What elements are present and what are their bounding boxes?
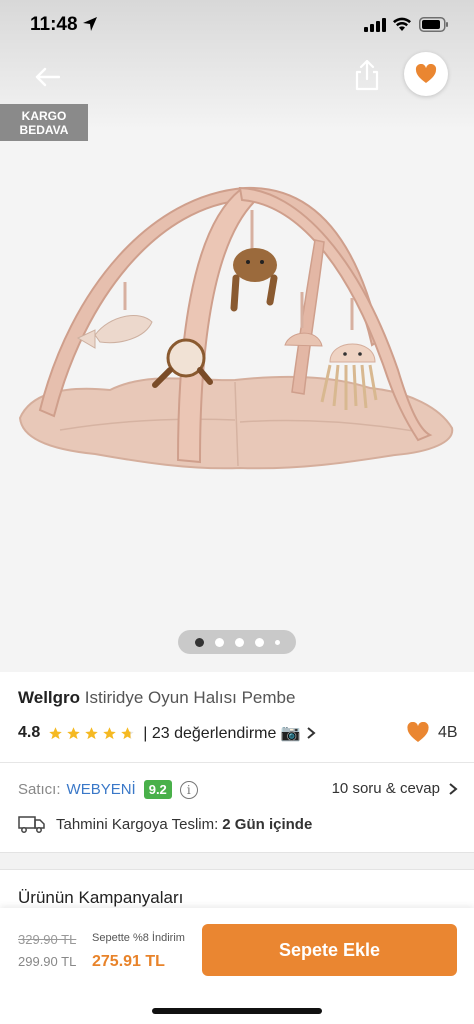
star-icon xyxy=(85,726,98,739)
cellular-signal-icon xyxy=(364,18,386,32)
badge-line-1: KARGO xyxy=(21,109,67,123)
seller-score-badge: 9.2 xyxy=(143,780,172,799)
questions-answers-link[interactable]: 10 soru & cevap xyxy=(332,780,458,797)
product-title: Wellgro Istiridye Oyun Halısı Pembe xyxy=(18,688,295,708)
home-indicator xyxy=(152,1008,322,1014)
share-button[interactable] xyxy=(352,58,382,92)
share-icon xyxy=(355,59,379,91)
section-gap xyxy=(0,852,474,870)
delivery-label: Tahmini Kargoya Teslim: xyxy=(56,815,219,833)
sale-price: 299.90 TL xyxy=(18,954,77,969)
seller-name-link[interactable]: WEBYENİ xyxy=(67,781,136,798)
star-icon xyxy=(121,726,134,739)
truck-icon xyxy=(18,816,45,833)
review-count[interactable]: | 23 değerlendirme 📷 xyxy=(143,723,301,743)
add-to-cart-button[interactable]: Sepete Ekle xyxy=(202,924,457,976)
pagination-dot[interactable] xyxy=(234,637,244,647)
status-time: 11:48 xyxy=(30,14,78,35)
star-icon xyxy=(67,726,80,739)
heart-icon xyxy=(415,64,437,83)
free-shipping-badge: KARGO BEDAVA xyxy=(0,104,88,141)
pagination-dot[interactable] xyxy=(194,637,204,647)
gallery-pagination[interactable] xyxy=(178,630,296,654)
campaigns-heading: Ürünün Kampanyaları xyxy=(18,888,184,907)
favorite-button[interactable] xyxy=(404,52,448,96)
status-bar: 11:48 xyxy=(0,0,474,50)
delivery-estimate: Tahmini Kargoya Teslim: 2 Gün içinde xyxy=(18,815,312,833)
rating-value: 4.8 xyxy=(18,724,41,741)
badge-line-2: BEDAVA xyxy=(19,123,69,137)
divider xyxy=(0,762,474,763)
qa-label: 10 soru & cevap xyxy=(331,780,440,797)
rating-row[interactable]: 4.8 | 23 değerlendirme 📷 xyxy=(18,722,317,744)
heart-icon xyxy=(407,722,429,742)
battery-icon xyxy=(419,17,448,32)
delivery-value: 2 Gün içinde xyxy=(222,815,313,833)
chevron-right-icon xyxy=(307,727,316,739)
chevron-right-icon xyxy=(449,782,458,795)
pagination-dot[interactable] xyxy=(274,639,280,645)
seller-label: Satıcı: xyxy=(18,781,61,798)
product-image xyxy=(18,186,454,470)
arrow-left-icon xyxy=(35,67,60,87)
pagination-dot[interactable] xyxy=(254,637,264,647)
info-icon[interactable]: i xyxy=(179,780,198,799)
cart-price: 275.91 TL xyxy=(92,953,165,970)
location-arrow-icon xyxy=(83,17,97,31)
pagination-dot[interactable] xyxy=(214,637,224,647)
seller-row: Satıcı: WEBYENİ 9.2 i xyxy=(18,780,198,799)
cart-discount-label: Sepette %8 İndirim xyxy=(92,932,185,944)
back-button[interactable] xyxy=(30,60,64,94)
star-icon xyxy=(49,726,62,739)
star-icon xyxy=(103,726,116,739)
product-detail-screen: 11:48 KARGO BEDAVA Wellgro Istiridye Oyu… xyxy=(0,0,474,1024)
rating-stars xyxy=(48,726,135,741)
product-image-gallery[interactable] xyxy=(0,0,474,672)
bottom-purchase-bar: 329.90 TL 299.90 TL Sepette %8 İndirim 2… xyxy=(0,908,474,1024)
favorite-count[interactable]: 4B xyxy=(406,722,458,743)
product-name: Istiridye Oyun Halısı Pembe xyxy=(84,688,296,707)
original-price: 329.90 TL xyxy=(18,932,77,947)
wifi-icon xyxy=(393,17,411,31)
favorite-count-value: 4B xyxy=(438,723,458,741)
product-brand[interactable]: Wellgro xyxy=(18,688,80,707)
